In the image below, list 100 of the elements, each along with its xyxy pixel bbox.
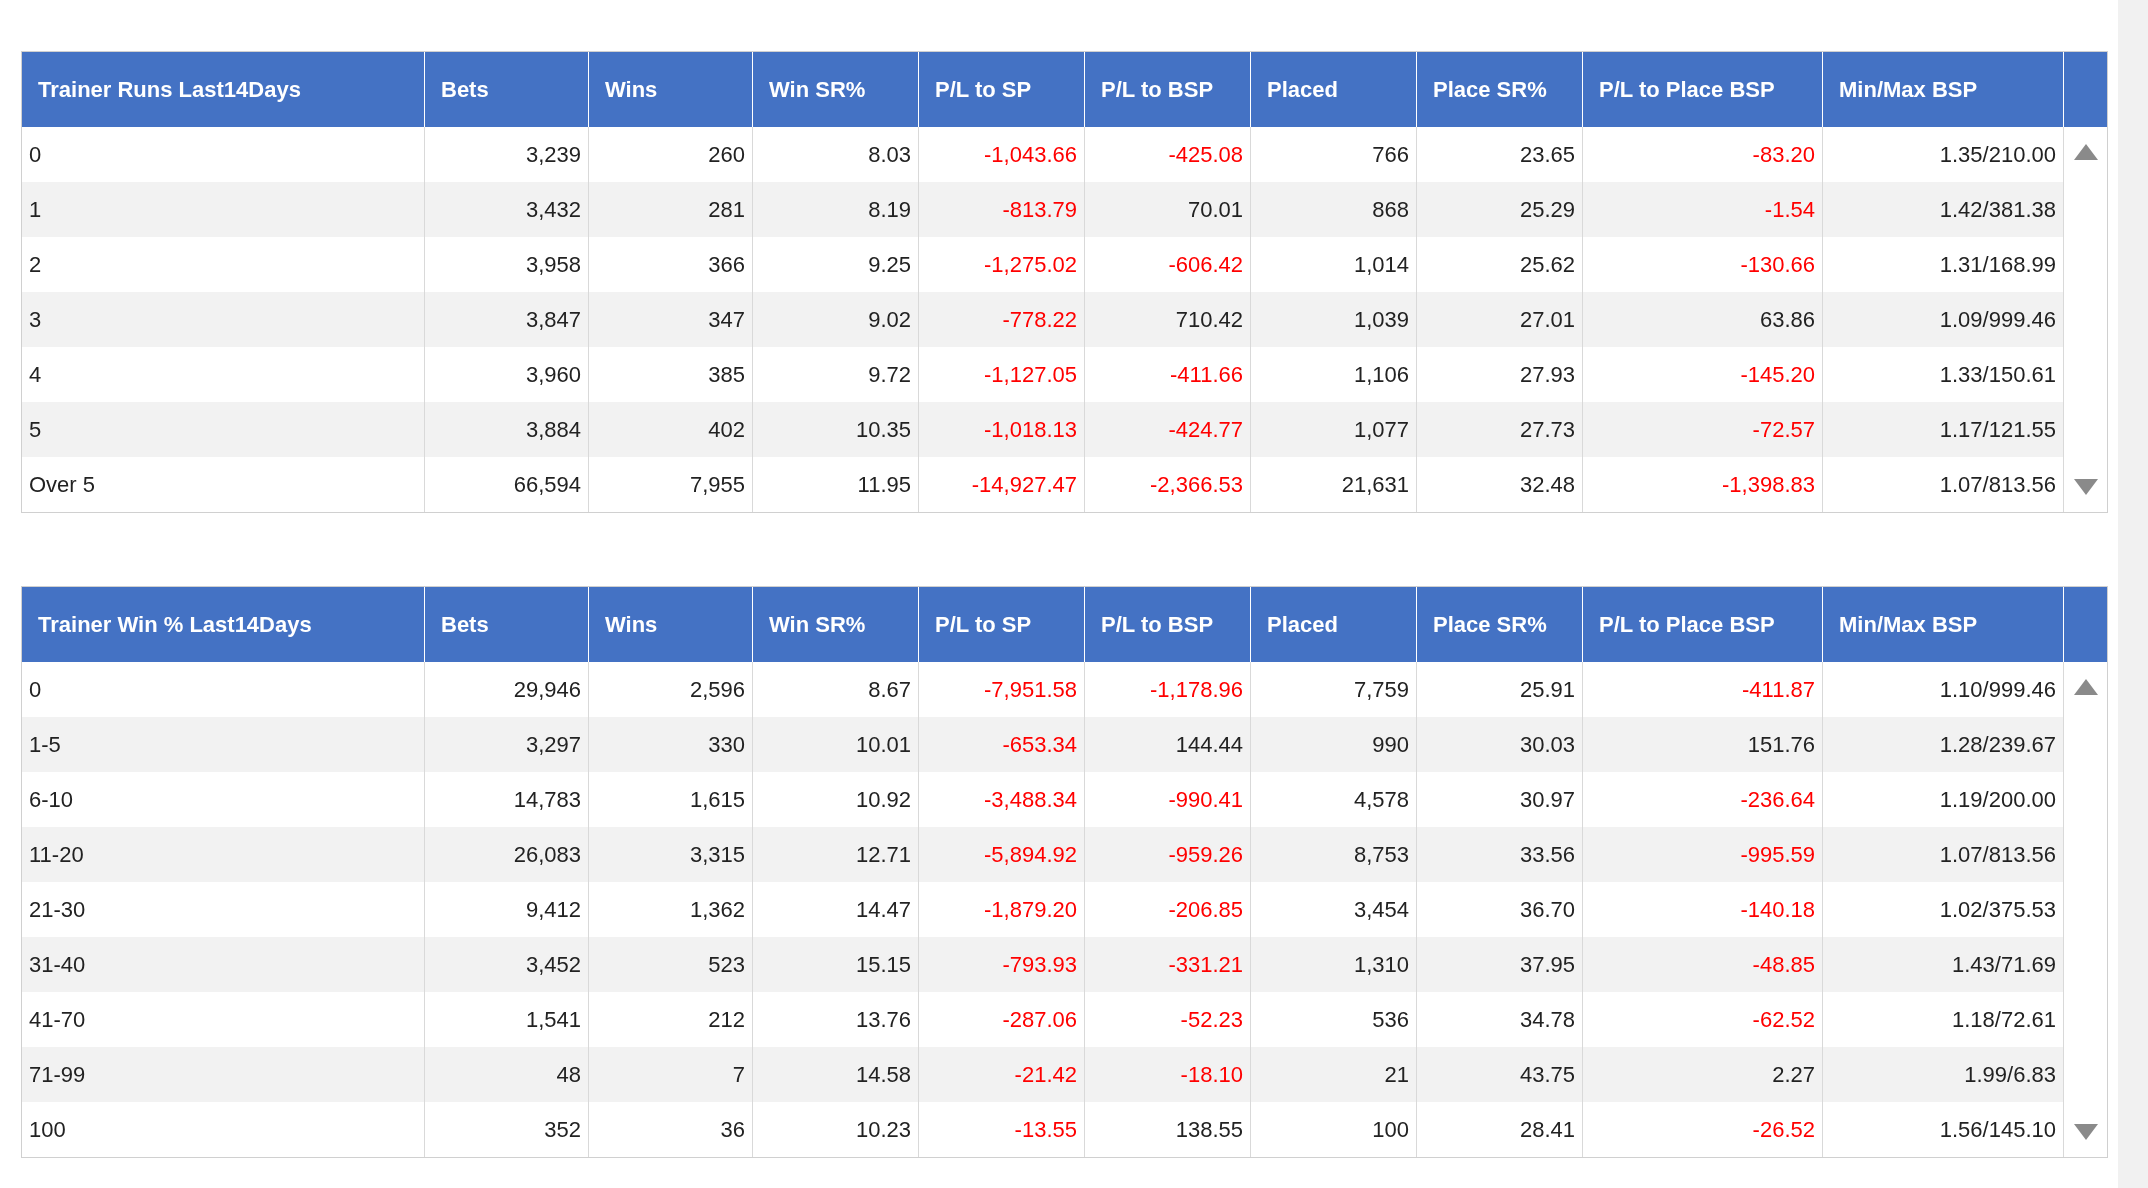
table-cell-text: 2,596: [689, 676, 745, 704]
table-cell-text: 1,310: [1353, 951, 1409, 979]
table-cell-text: 1.43/71.69: [1952, 951, 2056, 979]
table-cell-text: 10.23: [855, 1116, 911, 1144]
table-cell-text: 8.19: [868, 196, 911, 224]
table-cell-text: 990: [1372, 731, 1409, 759]
table-cell-text: -778.22: [1002, 306, 1077, 334]
table-cell-text: -424.77: [1168, 416, 1243, 444]
table-cell-text: 523: [708, 951, 745, 979]
table-cell-text: -813.79: [1002, 196, 1077, 224]
table-cell-text: 1.10/999.46: [1939, 676, 2056, 704]
table-cell-text: -959.26: [1168, 841, 1243, 869]
table-cell-text: 37.95: [1519, 951, 1575, 979]
table-cell-text: 281: [708, 196, 745, 224]
table-cell-text: -1,178.96: [1150, 676, 1243, 704]
table-cell-text: 31-40: [29, 951, 86, 979]
table-cell-text: 366: [708, 251, 745, 279]
table-cell-text: 7: [732, 1061, 745, 1089]
table-cell-text: -1,043.66: [984, 141, 1077, 169]
table-cell-text: -130.66: [1740, 251, 1815, 279]
scroll-up-icon[interactable]: [2072, 143, 2099, 161]
table-cell-text: 260: [708, 141, 745, 169]
table-cell-text: -52.23: [1180, 1006, 1243, 1034]
table-cell-text: 3,432: [525, 196, 581, 224]
table-cell-text: 138.55: [1175, 1116, 1243, 1144]
table-cell-text: 25.29: [1519, 196, 1575, 224]
table-cell-text: 1.31/168.99: [1939, 251, 2056, 279]
scroll-down-icon[interactable]: [2072, 478, 2099, 496]
table-cell-text: 32.48: [1519, 471, 1575, 499]
table-cell-text: 1.56/145.10: [1939, 1116, 2056, 1144]
table-cell-text: -3,488.34: [984, 786, 1077, 814]
table-cell-text: 6-10: [29, 786, 74, 814]
scroll-down-icon[interactable]: [2072, 1123, 2099, 1141]
table-cell-text: -26.52: [1752, 1116, 1815, 1144]
table-cell-text: -18.10: [1180, 1061, 1243, 1089]
table-cell-text: 14.58: [855, 1061, 911, 1089]
table-cell-text: 1.28/239.67: [1939, 731, 2056, 759]
table-cell-text: 402: [708, 416, 745, 444]
table-cell-text: 15.15: [855, 951, 911, 979]
table-cell-text: 21: [1384, 1061, 1409, 1089]
table-cell-text: 1.17/121.55: [1939, 416, 2056, 444]
table-cell-text: 3,884: [525, 416, 581, 444]
table-cell-text: 1,541: [525, 1006, 581, 1034]
table-cell-text: -21.42: [1014, 1061, 1077, 1089]
table-cell-text: -1,018.13: [984, 416, 1077, 444]
table-cell-text: -653.34: [1002, 731, 1077, 759]
table-cell-text: -14,927.47: [971, 471, 1077, 499]
table-cell-text: 4,578: [1353, 786, 1409, 814]
table-cell-text: 30.97: [1519, 786, 1575, 814]
table-cell-text: 43.75: [1519, 1061, 1575, 1089]
table-cell-text: -72.57: [1752, 416, 1815, 444]
table-cell-text: -2,366.53: [1150, 471, 1243, 499]
table-cell-text: 3: [29, 306, 42, 334]
table-cell-text: 3,297: [525, 731, 581, 759]
table-cell-text: 33.56: [1519, 841, 1575, 869]
table-cell-text: 0: [29, 141, 42, 169]
table-cell-text: 34.78: [1519, 1006, 1575, 1034]
table-cell-text: 48: [556, 1061, 581, 1089]
table-cell-text: 5: [29, 416, 42, 444]
table-cell-text: 36.70: [1519, 896, 1575, 924]
table-cell-text: 8,753: [1353, 841, 1409, 869]
table-cell-text: 25.91: [1519, 676, 1575, 704]
table-cell-text: 27.93: [1519, 361, 1575, 389]
table-cell-text: -793.93: [1002, 951, 1077, 979]
table-cell-text: 3,847: [525, 306, 581, 334]
table-cell-text: 1.02/375.53: [1939, 896, 2056, 924]
table-cell-text: 8.67: [868, 676, 911, 704]
table-cell-text: 26,083: [513, 841, 581, 869]
table-cell-text: 3,452: [525, 951, 581, 979]
table-cell-text: 1.33/150.61: [1939, 361, 2056, 389]
table-cell-text: 27.73: [1519, 416, 1575, 444]
table-cell-text: 70.01: [1187, 196, 1243, 224]
table-cell-text: 330: [708, 731, 745, 759]
table-cell-text: 2.27: [1772, 1061, 1815, 1089]
table-cell-text: -206.85: [1168, 896, 1243, 924]
table-cell-text: 1,077: [1353, 416, 1409, 444]
table-cell-text: 1.35/210.00: [1939, 141, 2056, 169]
table-cell-text: 10.35: [855, 416, 911, 444]
table-cell-text: 21,631: [1341, 471, 1409, 499]
table-cell-text: 3,454: [1353, 896, 1409, 924]
table-cell-text: 66,594: [513, 471, 581, 499]
table-cell-text: 11-20: [29, 841, 84, 869]
table-cell-text: -48.85: [1752, 951, 1815, 979]
table-cell-text: -145.20: [1740, 361, 1815, 389]
table-cell-text: 14,783: [513, 786, 581, 814]
table-cell-text: 3,315: [689, 841, 745, 869]
table-cell-text: -1,275.02: [984, 251, 1077, 279]
table-cell-text: -13.55: [1014, 1116, 1077, 1144]
table-cell-text: 1.07/813.56: [1939, 841, 2056, 869]
scroll-up-icon[interactable]: [2072, 678, 2099, 696]
table-cell-text: -411.66: [1170, 361, 1243, 389]
table-cell-text: 1.99/6.83: [1964, 1061, 2056, 1089]
table-cell-text: -331.21: [1168, 951, 1243, 979]
table-cell-text: 0: [29, 676, 42, 704]
table-cell-text: -1,127.05: [984, 361, 1077, 389]
table-cell-text: 1.07/813.56: [1939, 471, 2056, 499]
table-cell-text: -995.59: [1740, 841, 1815, 869]
table-cell-text: -236.64: [1740, 786, 1815, 814]
table-cell-text: 3,960: [525, 361, 581, 389]
table-cell-text: 10.01: [855, 731, 911, 759]
